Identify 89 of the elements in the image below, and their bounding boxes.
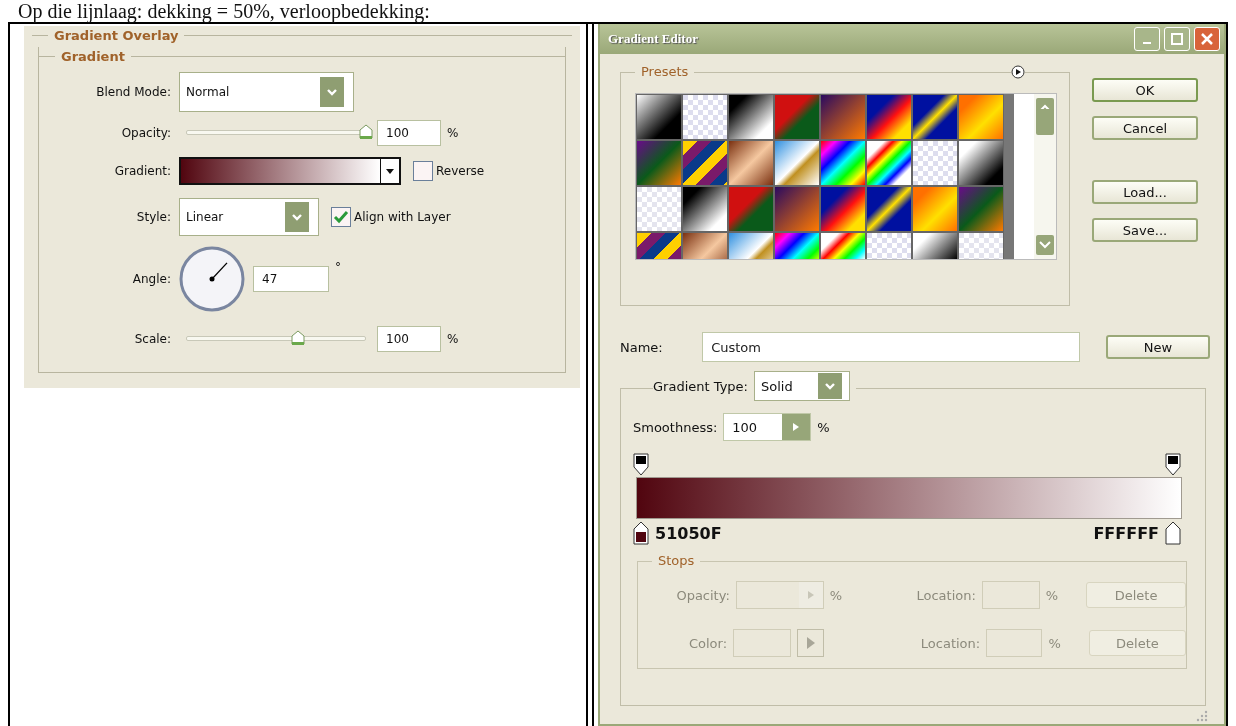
slider-thumb[interactable] xyxy=(290,330,305,346)
unit-label: % xyxy=(1048,635,1061,651)
field-label: Opacity: xyxy=(675,587,730,603)
gradient-swatch[interactable] xyxy=(820,140,866,186)
close-button[interactable] xyxy=(1194,27,1220,51)
dialog-button[interactable]: OK xyxy=(1092,78,1198,102)
checkbox[interactable]: Align with Layer xyxy=(331,207,451,227)
scrollbar[interactable] xyxy=(1034,94,1056,259)
opacity-stop-marker[interactable] xyxy=(633,453,649,477)
unit-label: % xyxy=(817,419,830,435)
group-title: Stops xyxy=(652,553,701,568)
section-title: Gradient Overlay xyxy=(54,28,179,43)
gradient-swatch[interactable] xyxy=(636,186,682,232)
gradient-swatch[interactable] xyxy=(866,94,912,140)
window-title: Gradient Editor xyxy=(608,31,699,47)
dialog-button[interactable]: Load... xyxy=(1092,180,1198,204)
field-label: Gradient: xyxy=(113,164,172,178)
gradient-swatch[interactable] xyxy=(820,94,866,140)
field-label: Location: xyxy=(915,587,976,603)
arrow-icon xyxy=(792,422,801,432)
gradient-swatch[interactable] xyxy=(958,186,1004,232)
field-label: Gradient Type: xyxy=(653,378,748,394)
gradient-swatch[interactable] xyxy=(774,140,820,186)
check-icon xyxy=(333,210,349,224)
gradient-swatch[interactable] xyxy=(866,140,912,186)
group-title: Presets xyxy=(635,64,695,79)
dialog-button[interactable]: Cancel xyxy=(1092,116,1198,140)
gradient-swatch[interactable] xyxy=(774,186,820,232)
gradient-swatch[interactable] xyxy=(682,186,728,232)
slider-thumb[interactable] xyxy=(359,124,373,140)
gradient-swatch[interactable] xyxy=(682,94,728,140)
new-button[interactable]: New xyxy=(1105,335,1210,359)
unit-label: % xyxy=(1045,587,1059,603)
unit-label: % xyxy=(446,126,459,140)
field-label: Name: xyxy=(620,339,664,355)
gradient-swatch[interactable] xyxy=(958,140,1004,186)
unit-label: % xyxy=(446,332,459,346)
scale-field[interactable]: 100 xyxy=(377,326,441,352)
gradient-swatch[interactable] xyxy=(866,186,912,232)
field-label: Angle: xyxy=(131,272,172,286)
scrollbar-thumb[interactable] xyxy=(1036,108,1054,135)
gradient-swatch[interactable] xyxy=(958,94,1004,140)
gradient-swatch[interactable] xyxy=(728,186,774,232)
maximize-icon xyxy=(1171,33,1183,45)
gradient-swatch[interactable] xyxy=(728,140,774,186)
field-label: Location: xyxy=(919,635,981,651)
name-field[interactable]: Custom xyxy=(702,332,1080,362)
unit-label: ° xyxy=(334,260,341,274)
gradient-picker[interactable] xyxy=(179,157,401,185)
minimize-icon xyxy=(1143,42,1151,44)
field-label: Scale: xyxy=(133,332,172,346)
arrow-icon xyxy=(806,590,815,600)
arrow-icon xyxy=(805,636,816,650)
color-value: 51050F xyxy=(655,523,722,543)
gradient-swatch[interactable] xyxy=(912,186,958,232)
gradient-swatch[interactable] xyxy=(636,94,682,140)
gradient-swatch[interactable] xyxy=(774,94,820,140)
color-stop-marker[interactable] xyxy=(1165,521,1181,545)
gradient-swatch[interactable] xyxy=(912,94,958,140)
style-dropdown[interactable]: Linear xyxy=(179,198,319,236)
opacity-field[interactable]: 100 xyxy=(377,120,441,146)
field-label: Color: xyxy=(687,635,728,651)
caret-icon xyxy=(386,168,394,174)
opacity-stop-marker[interactable] xyxy=(1165,453,1181,477)
color-stop-marker[interactable] xyxy=(633,521,649,545)
gradient-swatch[interactable] xyxy=(728,94,774,140)
close-icon xyxy=(1201,33,1213,45)
field-label: Smoothness: xyxy=(633,419,718,435)
field-label: Blend Mode: xyxy=(95,85,172,99)
gradient-type-dropdown[interactable]: Solid xyxy=(753,371,850,401)
menu-icon[interactable] xyxy=(1011,65,1025,79)
group-title: Gradient xyxy=(61,49,125,64)
checkbox[interactable]: Reverse xyxy=(413,161,485,181)
blend-mode-dropdown[interactable]: Normal xyxy=(179,72,354,112)
field-label: Opacity: xyxy=(120,126,172,140)
gradient-bar[interactable] xyxy=(636,477,1182,519)
smoothness-field[interactable]: 100 xyxy=(723,413,812,441)
caption-text: Op die lijnlaag: dekking = 50%, verloopbedekking: xyxy=(18,0,430,22)
angle-field[interactable]: 47 xyxy=(253,266,329,292)
resize-grip-icon[interactable] xyxy=(1196,710,1208,722)
gradient-swatch[interactable] xyxy=(912,140,958,186)
gradient-swatch[interactable] xyxy=(820,186,866,232)
gradient-swatch[interactable] xyxy=(636,140,682,186)
field-label: Style: xyxy=(135,210,172,224)
color-value: FFFFFF xyxy=(1093,523,1159,543)
angle-dial[interactable] xyxy=(179,246,245,312)
unit-label: % xyxy=(829,587,843,603)
dialog-button[interactable]: Save... xyxy=(1092,218,1198,242)
gradient-swatch[interactable] xyxy=(682,140,728,186)
